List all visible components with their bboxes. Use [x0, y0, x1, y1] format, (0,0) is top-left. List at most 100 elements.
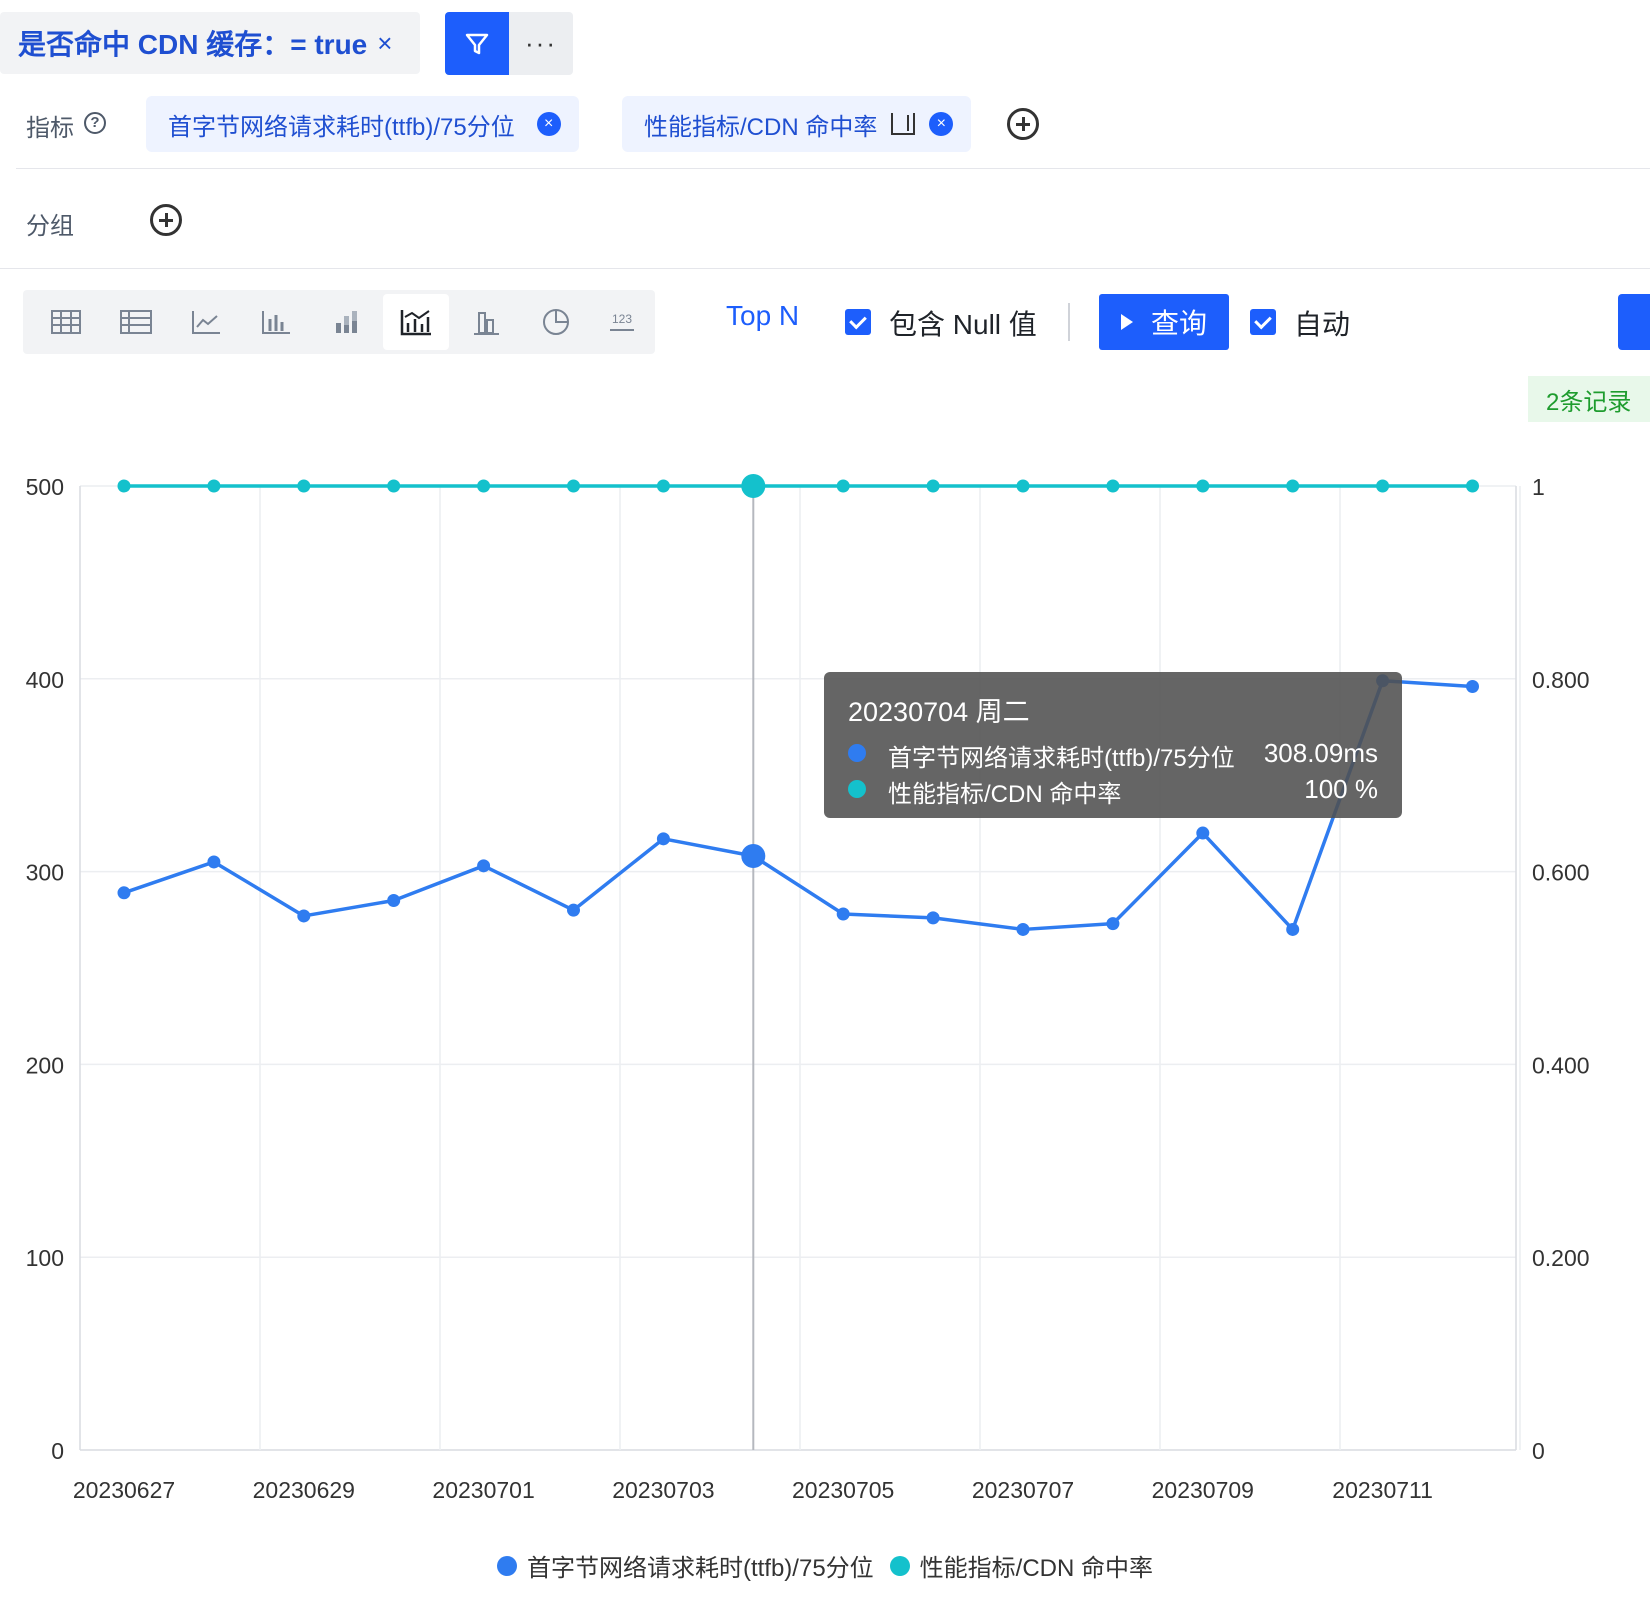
- data-point: [741, 844, 766, 869]
- data-point: [1016, 922, 1030, 936]
- pie-chart-icon[interactable]: [523, 294, 589, 350]
- expand-button[interactable]: [1618, 294, 1650, 350]
- metric-chip-cdn[interactable]: 性能指标/CDN 命中率 ×: [622, 96, 972, 152]
- data-point: [1106, 917, 1120, 931]
- divider: [16, 168, 1650, 169]
- metric-chip-label: 首字节网络请求耗时(ttfb)/75分位: [168, 113, 515, 141]
- include-null-checkbox[interactable]: [845, 309, 871, 335]
- tooltip-row: 性能指标/CDN 命中率 100 %: [848, 774, 1378, 808]
- close-icon[interactable]: ×: [536, 112, 561, 136]
- top-n-link[interactable]: Top N: [726, 300, 799, 332]
- pivot-table-icon[interactable]: [103, 294, 169, 350]
- legend-dot-icon: [889, 1555, 910, 1576]
- play-icon: [1120, 314, 1133, 330]
- data-point: [387, 479, 401, 493]
- funnel-icon: [465, 33, 489, 54]
- data-point: [656, 479, 670, 493]
- legend-label: 首字节网络请求耗时(ttfb)/75分位: [526, 1555, 874, 1582]
- y-right-tick-label: 0.600: [1532, 860, 1590, 886]
- add-metric-icon[interactable]: [1007, 108, 1039, 140]
- x-tick-label: 20230709: [1152, 1477, 1254, 1503]
- data-point: [207, 855, 221, 869]
- data-point: [567, 903, 580, 917]
- number-icon-text: 123: [612, 312, 632, 326]
- records-badge: 2条记录: [1528, 376, 1650, 422]
- data-point: [656, 832, 670, 846]
- data-point: [297, 909, 311, 923]
- close-icon[interactable]: ×: [929, 112, 954, 136]
- book-icon[interactable]: [891, 113, 916, 135]
- metric-chip-ttfb[interactable]: 首字节网络请求耗时(ttfb)/75分位 ×: [146, 96, 579, 152]
- data-point: [1016, 479, 1030, 493]
- chart-tooltip: 20230704 周二 首字节网络请求耗时(ttfb)/75分位 308.09m…: [824, 672, 1402, 818]
- filter-label: 是否命中 CDN 缓存：= true: [18, 29, 368, 60]
- data-point: [1106, 479, 1120, 493]
- include-null-label: 包含 Null 值: [889, 309, 1037, 340]
- y-right-tick-label: 1: [1532, 474, 1545, 500]
- tooltip-series-value: 308.09ms: [1263, 738, 1378, 768]
- y-left-tick-label: 0: [51, 1438, 64, 1464]
- bar-chart-icon[interactable]: [243, 294, 309, 350]
- divider: [0, 268, 1650, 269]
- data-point: [836, 479, 850, 493]
- legend-dot-icon: [496, 1555, 517, 1576]
- data-point: [387, 894, 401, 908]
- data-point: [1466, 680, 1479, 694]
- y-left-tick-label: 400: [26, 667, 64, 693]
- tooltip-row: 首字节网络请求耗时(ttfb)/75分位 308.09ms: [848, 738, 1378, 772]
- legend-item[interactable]: 性能指标/CDN 命中率: [889, 1548, 1154, 1583]
- number-icon[interactable]: 123: [589, 294, 655, 350]
- data-point: [926, 479, 940, 493]
- data-point: [741, 474, 766, 498]
- metric-chip-label: 性能指标/CDN 命中率: [644, 113, 878, 141]
- x-tick-label: 20230627: [73, 1477, 175, 1503]
- y-right-tick-label: 0: [1532, 1438, 1545, 1464]
- data-point: [207, 479, 221, 493]
- y-left-tick-label: 100: [26, 1245, 64, 1271]
- query-button[interactable]: 查询: [1099, 294, 1229, 350]
- data-point: [477, 859, 491, 873]
- auto-label: 自动: [1294, 309, 1351, 340]
- group-label: 分组: [26, 213, 74, 240]
- data-point: [1286, 922, 1300, 936]
- series-dot-icon: [848, 780, 866, 798]
- filter-button[interactable]: [445, 12, 509, 75]
- data-point: [1376, 479, 1390, 493]
- data-point: [117, 886, 131, 900]
- y-left-tick-label: 200: [26, 1052, 64, 1078]
- query-label: 查询: [1150, 308, 1207, 339]
- tooltip-series-name: 性能指标/CDN 命中率: [888, 781, 1122, 808]
- x-tick-label: 20230629: [253, 1477, 355, 1503]
- filter-chip[interactable]: 是否命中 CDN 缓存：= true ×: [0, 12, 420, 74]
- legend-item[interactable]: 首字节网络请求耗时(ttfb)/75分位: [496, 1548, 874, 1583]
- line-chart-icon[interactable]: [173, 294, 239, 350]
- y-right-tick-label: 0.400: [1532, 1052, 1590, 1078]
- stacked-bar-icon[interactable]: [313, 294, 379, 350]
- data-point: [836, 907, 850, 921]
- column-chart-icon[interactable]: [453, 294, 519, 350]
- data-point: [1196, 826, 1210, 840]
- data-point: [567, 479, 580, 493]
- toolbar-divider: [1068, 303, 1070, 341]
- help-icon[interactable]: ?: [84, 112, 106, 134]
- data-point: [1196, 479, 1210, 493]
- y-right-tick-label: 0.200: [1532, 1245, 1590, 1271]
- dual-axis-chart-icon[interactable]: [383, 294, 449, 350]
- data-point: [1466, 479, 1479, 493]
- tooltip-title: 20230704 周二: [848, 697, 1030, 727]
- x-tick-label: 20230705: [792, 1477, 894, 1503]
- more-button[interactable]: ···: [509, 12, 573, 75]
- filter-close-icon[interactable]: ×: [377, 28, 392, 59]
- legend-label: 性能指标/CDN 命中率: [919, 1555, 1154, 1582]
- y-left-tick-label: 300: [26, 860, 64, 886]
- series-dot-icon: [848, 744, 866, 762]
- x-tick-label: 20230707: [972, 1477, 1074, 1503]
- tooltip-series-name: 首字节网络请求耗时(ttfb)/75分位: [888, 745, 1235, 772]
- data-point: [117, 479, 131, 493]
- auto-checkbox[interactable]: [1250, 309, 1276, 335]
- y-right-tick-label: 0.800: [1532, 667, 1590, 693]
- add-group-icon[interactable]: [150, 204, 182, 236]
- chart-type-selector: 123: [23, 290, 655, 354]
- table-icon[interactable]: [33, 294, 99, 350]
- data-point: [1286, 479, 1300, 493]
